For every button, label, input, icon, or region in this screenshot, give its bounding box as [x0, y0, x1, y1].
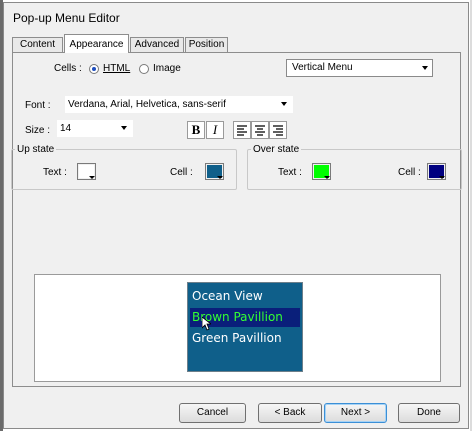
cancel-button[interactable]: Cancel — [179, 403, 246, 423]
over-cell-label: Cell : — [398, 167, 421, 178]
align-center-button[interactable] — [251, 121, 269, 139]
up-text-label: Text : — [43, 167, 67, 178]
up-state-legend: Up state — [17, 144, 55, 155]
cells-label: Cells : — [54, 63, 82, 74]
italic-button[interactable]: I — [206, 121, 224, 139]
align-center-icon — [255, 125, 265, 136]
align-left-button[interactable] — [233, 121, 251, 139]
window-frame: Pop-up Menu Editor Content Appearance Ad… — [0, 0, 472, 431]
up-cell-color-swatch[interactable] — [205, 163, 224, 180]
menu-preview: Ocean View Brown Pavillion Green Pavilli… — [34, 274, 441, 382]
chevron-down-icon — [439, 176, 445, 179]
align-left-icon — [237, 125, 247, 136]
font-label: Font : — [25, 100, 51, 111]
chevron-down-icon — [281, 102, 287, 106]
up-cell-label: Cell : — [170, 167, 193, 178]
over-state-legend: Over state — [253, 144, 300, 155]
over-text-label: Text : — [278, 167, 302, 178]
tab-content[interactable]: Content — [12, 37, 63, 52]
over-text-color-swatch[interactable] — [312, 163, 331, 180]
chevron-down-icon — [422, 66, 428, 70]
font-select-value: Verdana, Arial, Helvetica, sans-serif — [68, 99, 226, 110]
tab-advanced[interactable]: Advanced — [130, 37, 184, 52]
next-button[interactable]: Next > — [324, 403, 387, 423]
preview-menu: Ocean View Brown Pavillion Green Pavilli… — [187, 282, 303, 372]
chevron-down-icon — [89, 176, 95, 179]
preview-menu-item[interactable]: Green Pavillion — [190, 329, 300, 348]
align-right-button[interactable] — [269, 121, 287, 139]
orientation-select[interactable]: Vertical Menu — [286, 59, 433, 77]
size-select[interactable]: 14 — [57, 120, 133, 137]
font-select[interactable]: Verdana, Arial, Helvetica, sans-serif — [65, 96, 293, 113]
title-bar[interactable]: Pop-up Menu Editor — [4, 3, 468, 29]
image-radio-label[interactable]: Image — [153, 63, 181, 74]
size-label: Size : — [25, 125, 51, 136]
over-cell-color-swatch[interactable] — [427, 163, 446, 180]
window-title: Pop-up Menu Editor — [13, 11, 120, 25]
orientation-select-value: Vertical Menu — [292, 62, 353, 73]
dialog: Pop-up Menu Editor Content Appearance Ad… — [3, 2, 469, 429]
size-select-value: 14 — [60, 123, 72, 134]
tab-appearance[interactable]: Appearance — [64, 34, 129, 53]
chevron-down-icon — [121, 126, 127, 130]
html-radio-label[interactable]: HTML — [103, 63, 130, 74]
image-radio[interactable] — [139, 64, 149, 74]
bold-button[interactable]: B — [187, 121, 205, 139]
tab-position[interactable]: Position — [185, 37, 228, 52]
align-right-icon — [273, 125, 283, 136]
html-radio[interactable] — [89, 64, 99, 74]
preview-menu-item[interactable]: Ocean View — [190, 287, 300, 306]
chevron-down-icon — [217, 176, 223, 179]
mouse-pointer-icon — [202, 317, 211, 331]
chevron-down-icon — [324, 176, 330, 179]
back-button[interactable]: < Back — [258, 403, 322, 423]
appearance-panel: Cells : HTML Image Vertical Menu Font : … — [11, 52, 462, 387]
up-text-color-swatch[interactable] — [77, 163, 96, 180]
done-button[interactable]: Done — [398, 403, 460, 423]
